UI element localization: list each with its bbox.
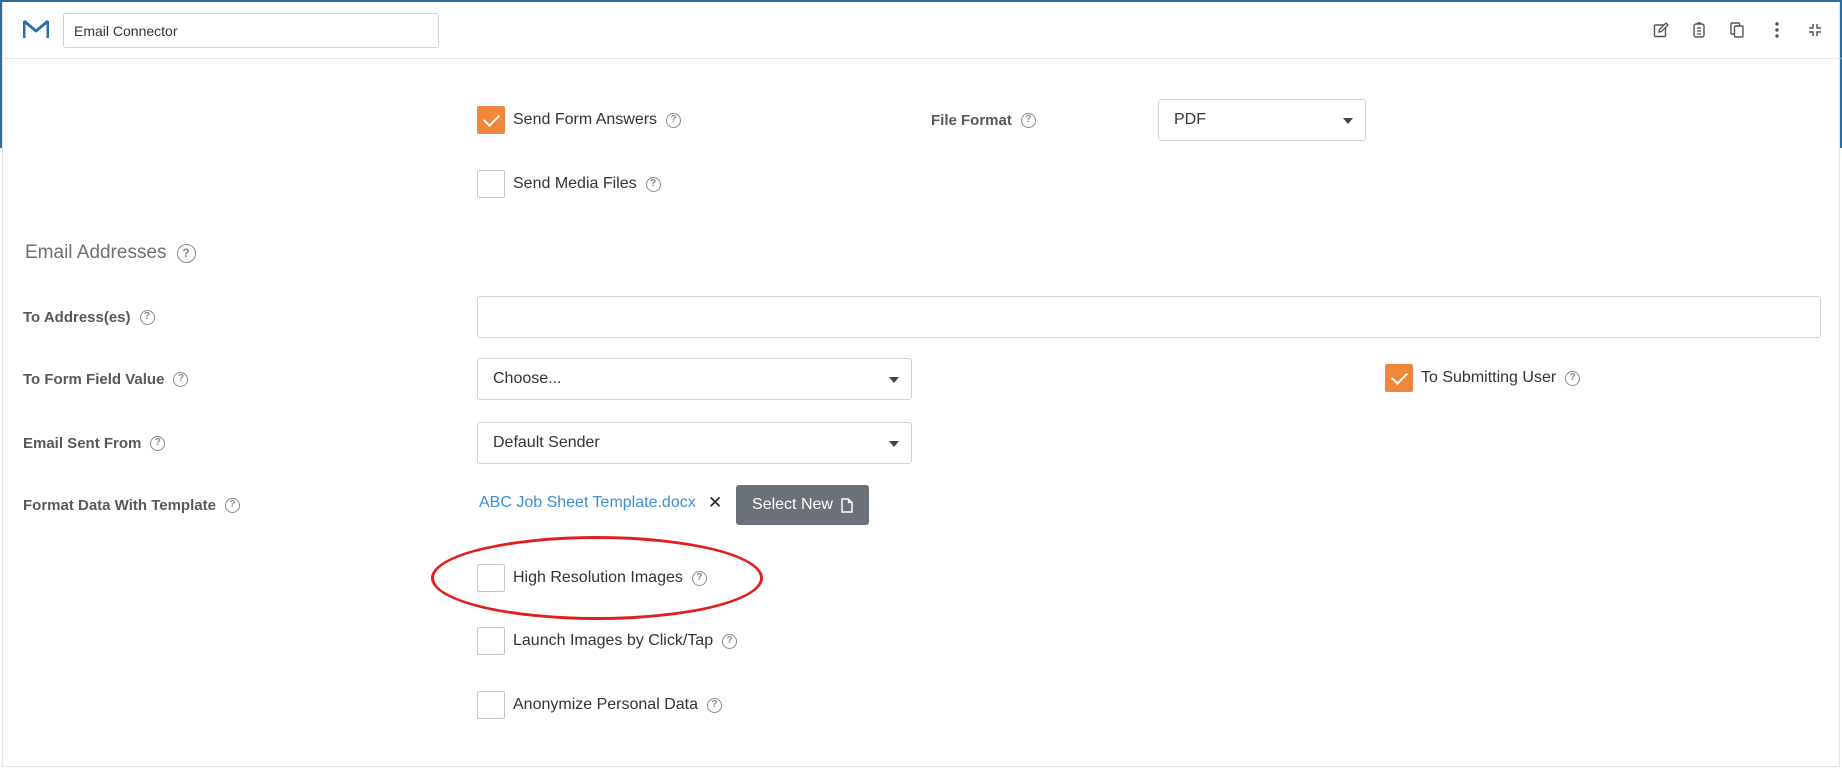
send-media-files-text: Send Media Files	[513, 175, 637, 192]
chevron-down-icon	[889, 441, 899, 447]
help-icon[interactable]: ?	[139, 309, 155, 325]
high-resolution-images-label: High Resolution Images ?	[513, 564, 707, 592]
send-media-files-label: Send Media Files ?	[513, 170, 661, 198]
connector-title-input[interactable]	[63, 13, 439, 48]
to-form-field-label: To Form Field Value ?	[23, 369, 189, 389]
help-icon[interactable]: ?	[666, 112, 682, 128]
launch-images-checkbox[interactable]	[477, 627, 505, 655]
template-text: Format Data With Template	[23, 496, 216, 514]
help-icon[interactable]: ?	[173, 371, 189, 387]
to-addresses-label: To Address(es) ?	[23, 307, 155, 327]
connector-card: Send Form Answers ? File Format ? PDF Se…	[2, 2, 1841, 767]
anonymize-label: Anonymize Personal Data ?	[513, 691, 722, 719]
help-icon[interactable]: ?	[1020, 112, 1036, 128]
to-submitting-user-checkbox[interactable]	[1385, 364, 1413, 392]
to-submitting-user-label: To Submitting User ?	[1421, 364, 1581, 392]
email-logo-icon	[23, 19, 49, 38]
anonymize-text: Anonymize Personal Data	[513, 696, 698, 713]
section-title-text: Email Addresses	[25, 242, 167, 263]
clipboard-icon[interactable]	[1689, 20, 1709, 40]
chevron-down-icon	[889, 377, 899, 383]
select-new-template-button[interactable]: Select New	[736, 485, 869, 525]
select-new-text: Select New	[752, 496, 833, 513]
file-format-label: File Format ?	[931, 110, 1036, 130]
high-resolution-images-text: High Resolution Images	[513, 569, 683, 586]
to-form-field-value: Choose...	[493, 370, 562, 387]
help-icon[interactable]: ?	[706, 697, 722, 713]
email-addresses-section-title: Email Addresses ?	[25, 242, 196, 264]
help-icon[interactable]: ?	[150, 435, 166, 451]
file-icon	[841, 497, 853, 513]
help-icon[interactable]: ?	[176, 243, 196, 263]
send-form-answers-checkbox[interactable]	[477, 106, 505, 134]
help-icon[interactable]: ?	[1565, 370, 1581, 386]
to-addresses-text: To Address(es)	[23, 308, 131, 326]
to-form-field-select[interactable]: Choose...	[477, 358, 912, 400]
template-label: Format Data With Template ?	[23, 495, 240, 515]
launch-images-label: Launch Images by Click/Tap ?	[513, 627, 738, 655]
anonymize-checkbox[interactable]	[477, 691, 505, 719]
send-form-answers-label: Send Form Answers ?	[513, 106, 682, 134]
more-vert-icon[interactable]	[1767, 20, 1787, 40]
remove-template-icon[interactable]: ✕	[708, 493, 722, 513]
collapse-icon[interactable]	[1805, 20, 1825, 40]
connector-header	[3, 2, 1841, 59]
template-file-link[interactable]: ABC Job Sheet Template.docx	[479, 494, 696, 512]
high-resolution-images-checkbox[interactable]	[477, 564, 505, 592]
copy-icon[interactable]	[1727, 20, 1747, 40]
email-sent-from-text: Email Sent From	[23, 434, 142, 452]
email-sent-from-label: Email Sent From ?	[23, 433, 166, 453]
help-icon[interactable]: ?	[691, 570, 707, 586]
to-addresses-input[interactable]	[477, 296, 1821, 338]
send-form-answers-text: Send Form Answers	[513, 111, 658, 128]
file-format-select[interactable]: PDF	[1158, 99, 1366, 141]
edit-icon[interactable]	[1651, 20, 1671, 40]
help-icon[interactable]: ?	[224, 497, 240, 513]
file-format-value: PDF	[1174, 111, 1206, 128]
file-format-text: File Format	[931, 111, 1012, 129]
help-icon[interactable]: ?	[722, 633, 738, 649]
help-icon[interactable]: ?	[645, 176, 661, 192]
launch-images-text: Launch Images by Click/Tap	[513, 632, 714, 649]
email-sent-from-value: Default Sender	[493, 434, 600, 451]
to-form-field-text: To Form Field Value	[23, 370, 165, 388]
chevron-down-icon	[1343, 118, 1353, 124]
to-submitting-user-text: To Submitting User	[1421, 369, 1557, 386]
send-media-files-checkbox[interactable]	[477, 170, 505, 198]
email-sent-from-select[interactable]: Default Sender	[477, 422, 912, 464]
